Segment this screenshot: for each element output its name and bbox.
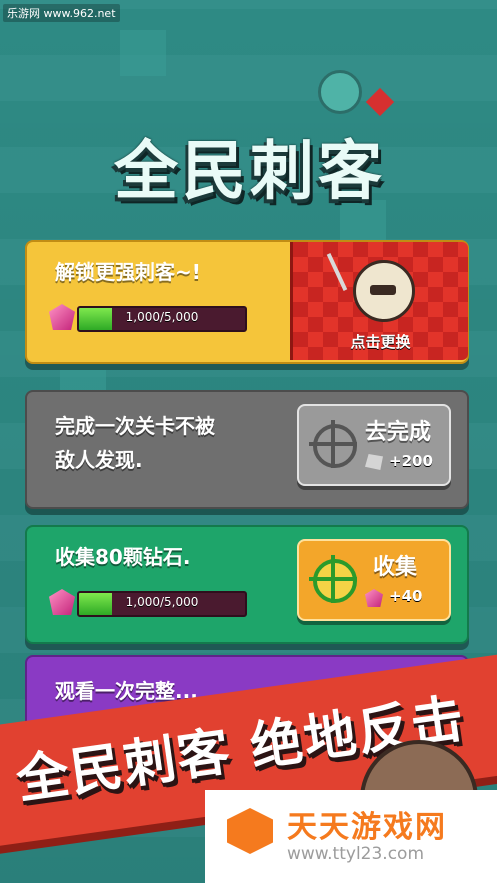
go-complete-label: 去完成: [365, 420, 432, 445]
site-url: www.ttyl23.com: [287, 844, 425, 864]
game-title: 全民刺客: [70, 112, 430, 209]
task-text: 收集80颗钻石.: [55, 545, 191, 569]
gem-icon: [49, 304, 75, 330]
site-name: 天天游戏网: [287, 810, 447, 845]
stone-icon: [365, 454, 383, 470]
progress-bar: 1,000/5,000: [77, 306, 247, 332]
top-watermark: 乐游网 www.962.net: [3, 4, 120, 22]
swap-assassin-button[interactable]: 点击更换: [290, 242, 468, 360]
crosshair-icon: [309, 420, 357, 468]
reward-label: +40: [389, 587, 423, 605]
ninja-avatar: [353, 260, 415, 322]
task-text: 解锁更强刺客~!: [55, 260, 201, 284]
sword-icon: [326, 253, 348, 291]
crosshair-icon: [309, 555, 357, 603]
progress-label: 1,000/5,000: [125, 595, 199, 609]
shuriken-icon: [318, 70, 362, 114]
collect-label: 收集: [373, 555, 418, 580]
task-card-stealth: 完成一次关卡不被 敌人发现. 去完成 +200: [25, 390, 469, 509]
bg-tile: [120, 30, 166, 76]
progress-bar: 1,000/5,000: [77, 591, 247, 617]
progress-label: 1,000/5,000: [125, 310, 199, 324]
gem-icon: [49, 589, 75, 615]
gem-icon: [365, 589, 383, 607]
site-logo-icon: [227, 808, 273, 854]
task-card-collect: 收集80颗钻石. 1,000/5,000 收集 +40: [25, 525, 469, 644]
ninja-mask: [370, 285, 396, 295]
site-watermark: 天天游戏网 www.ttyl23.com: [205, 790, 497, 883]
go-complete-button[interactable]: 去完成 +200: [297, 404, 451, 486]
swap-label: 点击更换: [350, 333, 411, 351]
task-text-line2: 敌人发现.: [55, 448, 143, 472]
game-title-text: 全民刺客: [114, 135, 386, 209]
collect-button[interactable]: 收集 +40: [297, 539, 451, 621]
reward-label: +200: [389, 452, 433, 470]
task-text-line1: 完成一次关卡不被: [55, 414, 215, 438]
task-card-unlock: 解锁更强刺客~! 1,000/5,000 点击更换: [25, 240, 469, 364]
